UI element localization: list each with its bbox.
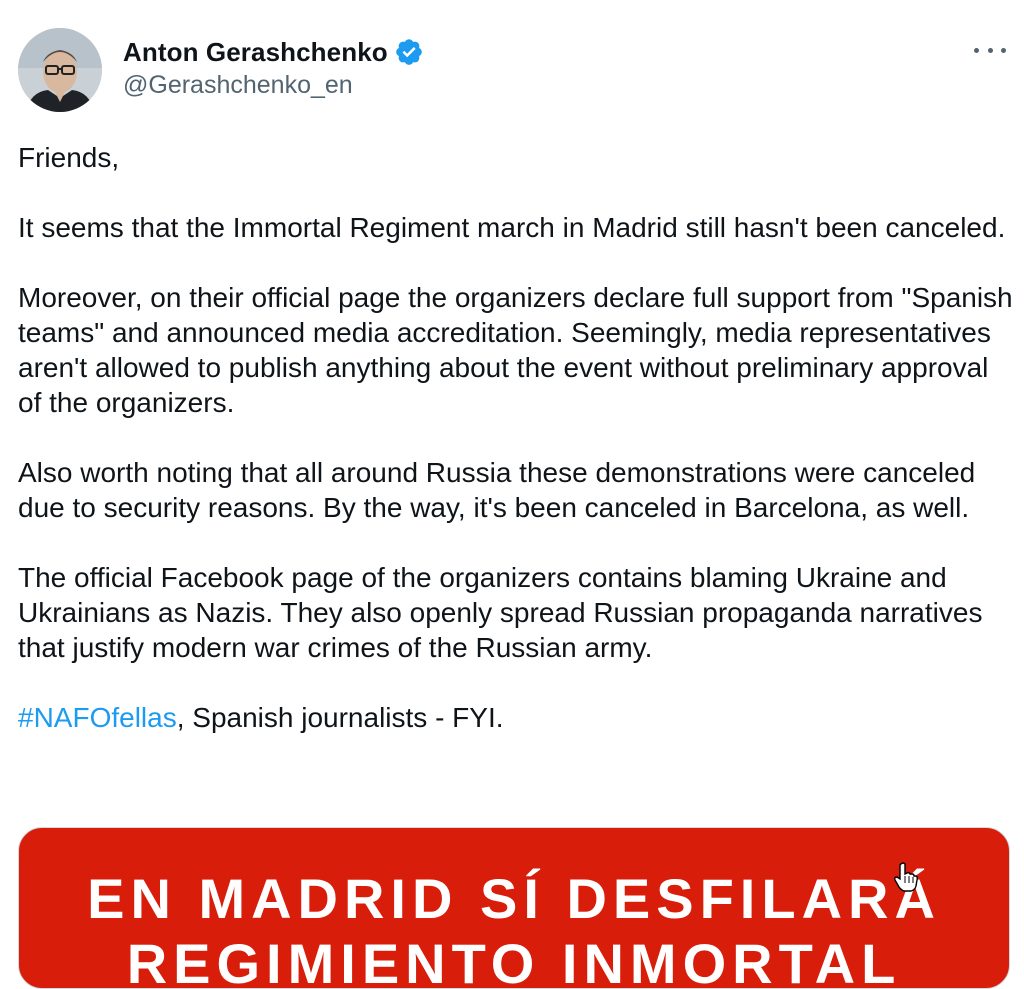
- image-text-line-1: EN MADRID SÍ DESFILARÁ: [87, 867, 941, 930]
- tweet-paragraph: Moreover, on their official page the org…: [18, 282, 1013, 418]
- author-name[interactable]: Anton Gerashchenko: [123, 37, 388, 68]
- avatar[interactable]: [18, 28, 102, 112]
- tweet-paragraph: It seems that the Immortal Regiment marc…: [18, 212, 1006, 243]
- attached-image[interactable]: EN MADRID SÍ DESFILARÁ REGIMIENTO INMORT…: [18, 827, 1010, 989]
- tweet-paragraph-last: #NAFOfellas, Spanish journalists - FYI.: [18, 700, 1018, 735]
- more-dot: [1001, 47, 1006, 53]
- author-name-row: Anton Gerashchenko: [123, 33, 424, 71]
- more-dot: [987, 47, 993, 53]
- tweet-text: Friends, It seems that the Immortal Regi…: [18, 140, 1018, 770]
- tweet-paragraph: The official Facebook page of the organi…: [18, 562, 983, 663]
- tweet-paragraph: Also worth noting that all around Russia…: [18, 457, 976, 523]
- author-handle[interactable]: @Gerashchenko_en: [123, 71, 424, 100]
- hashtag-link[interactable]: #NAFOfellas: [18, 702, 177, 733]
- tweet-paragraph: Friends,: [18, 142, 120, 173]
- verified-badge-icon: [394, 37, 424, 67]
- more-dot: [974, 47, 979, 53]
- tweet-paragraph-rest: , Spanish journalists - FYI.: [176, 702, 504, 733]
- avatar-photo: [18, 28, 102, 112]
- author-block: Anton Gerashchenko @Gerashchenko_en: [123, 33, 424, 100]
- more-options-icon[interactable]: [974, 38, 1006, 62]
- hand-cursor-icon: [893, 862, 919, 892]
- image-text-line-2: REGIMIENTO INMORTAL: [126, 932, 902, 989]
